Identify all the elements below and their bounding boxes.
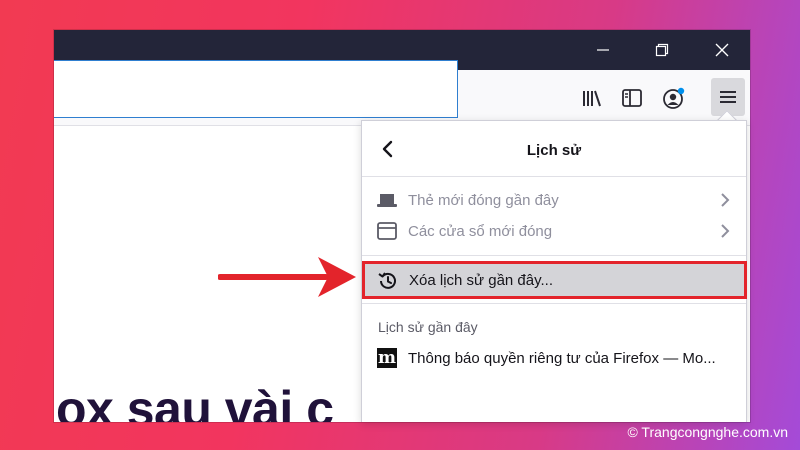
close-button[interactable] <box>699 30 745 70</box>
mozilla-favicon-icon: m <box>377 347 397 368</box>
restore-icon <box>655 43 669 57</box>
history-panel: Lịch sử Thẻ mới đóng gần đây Các cửa sổ … <box>361 120 747 422</box>
window-icon <box>376 220 398 242</box>
recently-closed-tabs-label: Thẻ mới đóng gần đây <box>408 191 559 209</box>
recently-closed-windows-item[interactable]: Các cửa sổ mới đóng <box>362 216 746 246</box>
recent-history-heading: Lịch sử gần đây <box>378 319 478 335</box>
panel-title: Lịch sử <box>526 142 582 159</box>
library-button[interactable] <box>576 82 608 114</box>
recently-closed-windows-label: Các cửa sổ mới đóng <box>408 222 553 240</box>
library-icon <box>583 90 601 107</box>
history-icon <box>377 270 399 292</box>
hamburger-menu-icon <box>720 91 736 103</box>
chevron-right-icon <box>718 223 732 239</box>
notification-dot <box>677 87 685 95</box>
separator <box>362 255 746 256</box>
separator <box>362 303 746 304</box>
tab-icon <box>376 189 398 211</box>
annotation-arrow-icon <box>218 257 356 297</box>
restore-button[interactable] <box>639 30 685 70</box>
panel-header: Lịch sử <box>362 121 746 177</box>
account-icon <box>663 87 685 109</box>
history-entry[interactable]: m Thông báo quyền riêng tư của Firefox —… <box>362 343 746 373</box>
minimize-icon <box>597 49 609 51</box>
account-button[interactable] <box>658 82 690 114</box>
close-icon <box>715 43 729 57</box>
clear-recent-history-label: Xóa lịch sử gần đây... <box>409 272 554 289</box>
clear-recent-history-item[interactable]: Xóa lịch sử gần đây... <box>362 261 747 299</box>
sidebar-button[interactable] <box>616 82 648 114</box>
recently-closed-tabs-item[interactable]: Thẻ mới đóng gần đây <box>362 185 746 215</box>
sidebar-icon <box>622 89 642 107</box>
history-entry-title: Thông báo quyền riêng tư của Firefox — M… <box>408 349 716 367</box>
chevron-right-icon <box>718 192 732 208</box>
minimize-button[interactable] <box>580 30 626 70</box>
page-heading-partial: ox sau vài c <box>56 381 334 422</box>
address-bar[interactable] <box>54 60 458 118</box>
watermark-text: © Trangcongnghe.com.vn <box>627 424 788 440</box>
